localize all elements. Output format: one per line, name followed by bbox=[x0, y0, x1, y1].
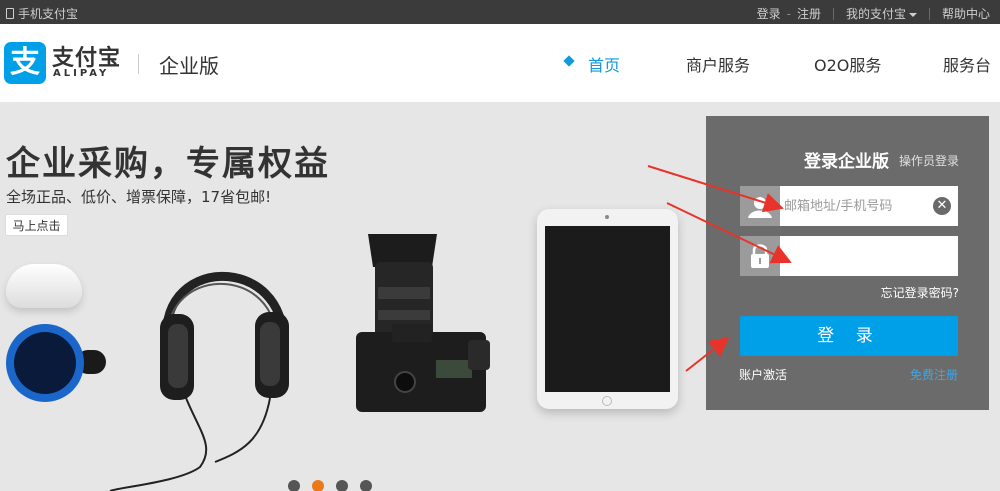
tablet-screen bbox=[545, 226, 670, 392]
login-button[interactable]: 登 录 bbox=[740, 316, 958, 356]
password-field[interactable] bbox=[740, 236, 958, 276]
nav-merchant-service[interactable]: 商户服务 bbox=[686, 52, 750, 76]
mobile-alipay-link[interactable]: 手机支付宝 bbox=[6, 5, 78, 22]
account-field[interactable]: ✕ bbox=[740, 186, 958, 226]
help-center-link[interactable]: 帮助中心 bbox=[942, 5, 990, 22]
site-header: 支 支付宝 ALIPAY 企业版 首页 商户服务 O2O服务 服务台 bbox=[0, 24, 1000, 102]
edition-label: 企业版 bbox=[159, 54, 219, 78]
account-activate-link[interactable]: 账户激活 bbox=[739, 366, 787, 383]
carousel-dot[interactable] bbox=[336, 480, 348, 491]
user-icon bbox=[740, 186, 780, 226]
login-title: 登录企业版 bbox=[804, 152, 889, 172]
carousel-dot-active[interactable] bbox=[312, 480, 324, 491]
nav-o2o-service[interactable]: O2O服务 bbox=[814, 52, 881, 76]
top-dash: - bbox=[786, 6, 791, 21]
divider bbox=[832, 7, 834, 20]
carousel-dot[interactable] bbox=[288, 480, 300, 491]
password-input[interactable] bbox=[784, 236, 924, 276]
free-register-link[interactable]: 免费注册 bbox=[910, 366, 958, 383]
carousel-dot[interactable] bbox=[360, 480, 372, 491]
divider bbox=[928, 7, 930, 20]
my-alipay-label: 我的支付宝 bbox=[845, 7, 906, 21]
camera-image bbox=[356, 234, 490, 412]
nav-service-desk[interactable]: 服务台 bbox=[943, 52, 991, 76]
headphones-image bbox=[109, 271, 289, 491]
tablet-home-button bbox=[602, 396, 612, 406]
tablet-image bbox=[537, 209, 678, 409]
account-input[interactable] bbox=[784, 186, 924, 226]
login-panel: 登录企业版 操作员登录 ✕ 忘记登录密码? 登 录 账户激活 免费注册 bbox=[706, 116, 989, 410]
product-illustration bbox=[109, 234, 490, 491]
operator-login-link[interactable]: 操作员登录 bbox=[899, 152, 959, 169]
clear-icon[interactable]: ✕ bbox=[933, 197, 951, 215]
mobile-alipay-label: 手机支付宝 bbox=[18, 7, 79, 21]
logo-divider bbox=[138, 54, 139, 74]
forgot-password-link[interactable]: 忘记登录密码? bbox=[881, 284, 959, 301]
phone-icon bbox=[6, 8, 14, 19]
tablet-camera bbox=[605, 215, 609, 219]
active-nav-indicator-icon bbox=[563, 55, 575, 67]
top-links: 登录 - 注册 我的支付宝 帮助中心 bbox=[757, 5, 990, 22]
chevron-down-icon bbox=[908, 12, 917, 17]
carousel-indicators bbox=[288, 480, 372, 491]
top-register-link[interactable]: 注册 bbox=[797, 5, 821, 22]
lock-icon bbox=[740, 236, 780, 276]
logo-text-en: ALIPAY bbox=[53, 68, 110, 79]
top-login-link[interactable]: 登录 bbox=[757, 5, 781, 22]
nav-home[interactable]: 首页 bbox=[588, 52, 620, 76]
alipay-logo-icon[interactable]: 支 bbox=[4, 42, 46, 84]
my-alipay-menu[interactable]: 我的支付宝 bbox=[846, 5, 917, 22]
top-bar: 手机支付宝 登录 - 注册 我的支付宝 帮助中心 bbox=[0, 0, 1000, 24]
